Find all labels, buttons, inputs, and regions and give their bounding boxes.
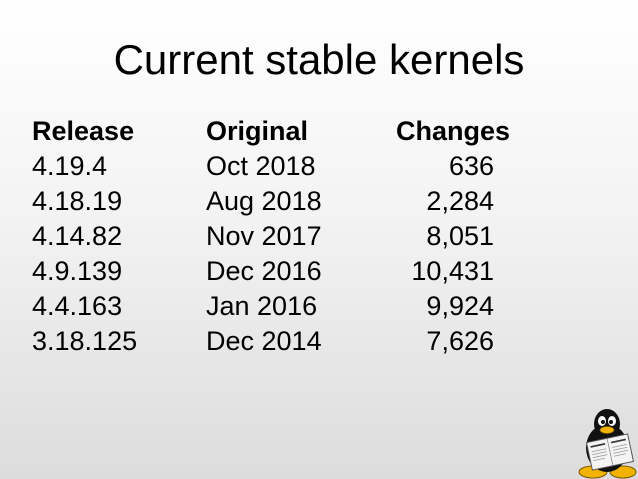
release-cell: 4.18.19 <box>32 186 123 216</box>
original-column: Original Oct 2018 Aug 2018 Nov 2017 Dec … <box>206 114 322 359</box>
release-cell: 4.4.163 <box>32 291 123 321</box>
tux-penguin-icon <box>578 409 637 479</box>
changes-column: Changes 636 2,284 8,051 10,431 9,924 7,6… <box>396 114 532 359</box>
release-cell: 4.14.82 <box>32 221 123 251</box>
header-changes: Changes <box>396 116 511 146</box>
header-original: Original <box>206 116 309 146</box>
original-cell: Jan 2016 <box>206 291 318 321</box>
original-cell: Nov 2017 <box>206 221 322 251</box>
changes-cell: 8,051 <box>426 221 494 251</box>
changes-cell: 10,431 <box>411 256 494 286</box>
original-cell: Dec 2016 <box>206 256 322 286</box>
slide: Current stable kernels Release 4.19.4 4.… <box>0 0 638 479</box>
changes-cell: 2,284 <box>426 186 494 216</box>
changes-cell: 9,924 <box>426 291 494 321</box>
changes-cell: 7,626 <box>426 326 494 356</box>
release-column: Release 4.19.4 4.18.19 4.14.82 4.9.139 4… <box>32 114 137 359</box>
release-cell: 4.19.4 <box>32 151 108 181</box>
slide-title: Current stable kernels <box>113 36 525 83</box>
release-cell: 3.18.125 <box>32 326 138 356</box>
changes-cell: 636 <box>448 151 494 181</box>
original-cell: Aug 2018 <box>206 186 322 216</box>
original-cell: Oct 2018 <box>206 151 316 181</box>
release-cell: 4.9.139 <box>32 256 123 286</box>
header-release: Release <box>32 116 135 146</box>
original-cell: Dec 2014 <box>206 326 322 356</box>
